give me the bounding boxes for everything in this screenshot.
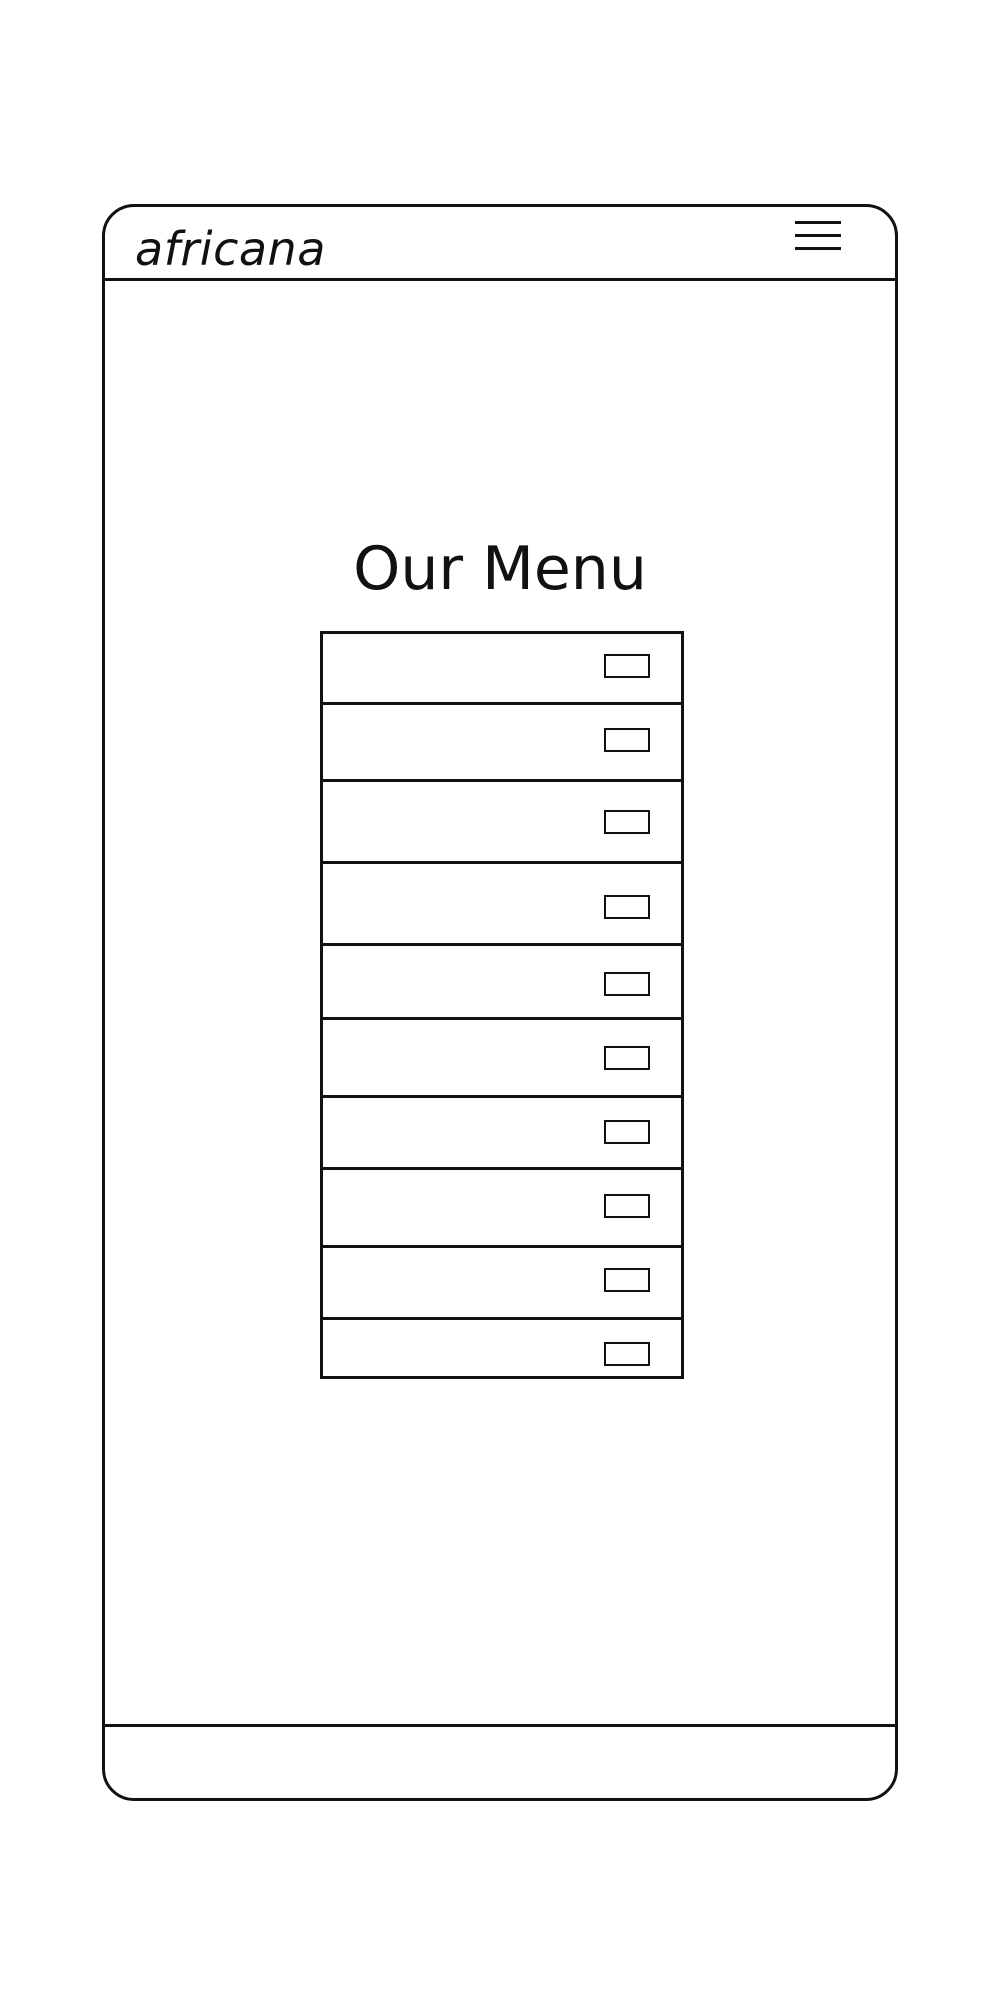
- menu-item-button[interactable]: [604, 1268, 650, 1292]
- menu-item-5[interactable]: [323, 943, 681, 1017]
- menu-item-button[interactable]: [604, 1120, 650, 1144]
- menu-item-button[interactable]: [604, 1194, 650, 1218]
- menu-list: [320, 631, 684, 1379]
- hamburger-line: [795, 234, 841, 237]
- menu-item-3[interactable]: [323, 779, 681, 861]
- menu-item-button[interactable]: [604, 654, 650, 678]
- header-divider: [105, 278, 895, 281]
- menu-item-button[interactable]: [604, 1342, 650, 1366]
- brand-logo[interactable]: africana: [135, 221, 326, 277]
- menu-item-10[interactable]: [323, 1317, 681, 1375]
- menu-item-8[interactable]: [323, 1167, 681, 1245]
- menu-item-6[interactable]: [323, 1017, 681, 1095]
- menu-item-2[interactable]: [323, 702, 681, 779]
- menu-item-button[interactable]: [604, 972, 650, 996]
- menu-item-4[interactable]: [323, 861, 681, 943]
- phone-frame: africana Our Menu: [102, 204, 898, 1801]
- hamburger-line: [795, 247, 841, 250]
- menu-item-button[interactable]: [604, 895, 650, 919]
- menu-item-7[interactable]: [323, 1095, 681, 1167]
- menu-item-button[interactable]: [604, 728, 650, 752]
- page-title: Our Menu: [353, 534, 647, 604]
- menu-item-button[interactable]: [604, 810, 650, 834]
- menu-item-button[interactable]: [604, 1046, 650, 1070]
- footer: [105, 1727, 895, 1799]
- menu-item-9[interactable]: [323, 1245, 681, 1317]
- hamburger-menu-icon[interactable]: [795, 219, 841, 253]
- menu-item-1[interactable]: [323, 634, 681, 702]
- hamburger-line: [795, 221, 841, 224]
